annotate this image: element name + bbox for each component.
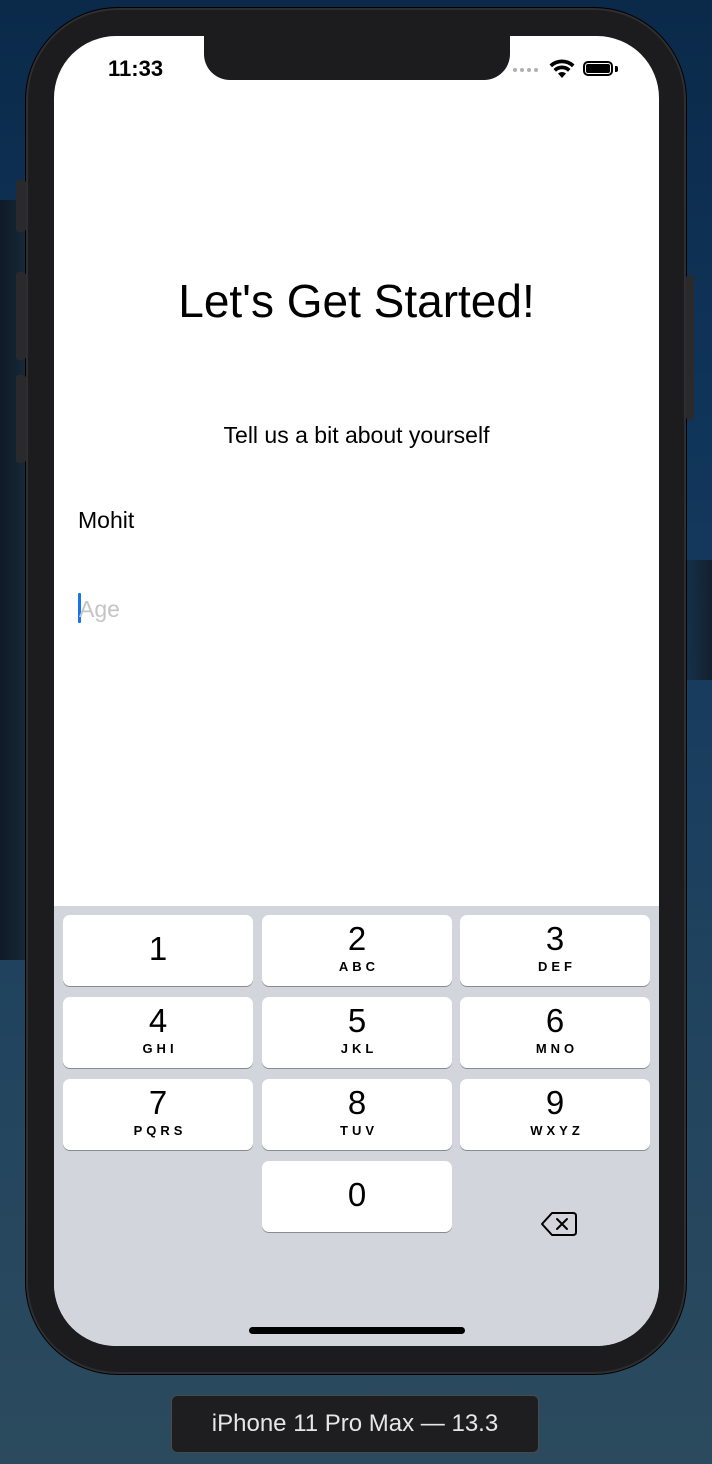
key-digit: 3 bbox=[545, 920, 565, 957]
key-digit: 8 bbox=[347, 1084, 367, 1121]
age-placeholder: Age bbox=[79, 596, 120, 622]
wifi-icon bbox=[549, 59, 575, 78]
age-field[interactable]: Age bbox=[78, 591, 628, 627]
delete-backward-icon[interactable] bbox=[540, 1210, 578, 1238]
key-letters: TUV bbox=[340, 1123, 378, 1138]
key-letters: JKL bbox=[340, 1041, 378, 1056]
status-icons bbox=[513, 58, 643, 80]
battery-icon bbox=[583, 61, 613, 76]
key-8[interactable]: 8 TUV bbox=[262, 1079, 452, 1150]
battery-tip bbox=[615, 66, 618, 72]
key-3[interactable]: 3 DEF bbox=[460, 915, 650, 986]
key-digit: 1 bbox=[148, 930, 168, 967]
key-letters: GHI bbox=[142, 1041, 178, 1056]
mute-switch bbox=[16, 180, 26, 232]
key-digit: 7 bbox=[148, 1084, 168, 1121]
key-1[interactable]: 1 bbox=[63, 915, 253, 986]
name-field[interactable]: Mohit bbox=[78, 502, 628, 538]
key-letters: DEF bbox=[538, 959, 576, 974]
key-6[interactable]: 6 MNO bbox=[460, 997, 650, 1068]
volume-down-button bbox=[16, 375, 26, 463]
key-9[interactable]: 9 WXYZ bbox=[460, 1079, 650, 1150]
key-digit: 4 bbox=[148, 1002, 168, 1039]
simulator-device-label: iPhone 11 Pro Max — 13.3 bbox=[171, 1395, 539, 1453]
notch bbox=[204, 36, 510, 80]
key-digit: 6 bbox=[545, 1002, 565, 1039]
key-letters: MNO bbox=[535, 1041, 579, 1056]
key-2[interactable]: 2 ABC bbox=[262, 915, 452, 986]
key-digit: 2 bbox=[347, 920, 367, 957]
volume-up-button bbox=[16, 272, 26, 360]
power-button bbox=[686, 275, 694, 420]
key-4[interactable]: 4 GHI bbox=[63, 997, 253, 1068]
key-5[interactable]: 5 JKL bbox=[262, 997, 452, 1068]
key-letters: ABC bbox=[338, 959, 380, 974]
home-indicator[interactable] bbox=[249, 1327, 465, 1334]
key-0[interactable]: 0 bbox=[262, 1161, 452, 1232]
key-7[interactable]: 7 PQRS bbox=[63, 1079, 253, 1150]
app-screen: 11:33 Let's Get Started! Tell us a bit a… bbox=[54, 36, 659, 1346]
status-time: 11:33 bbox=[108, 56, 164, 81]
key-letters: PQRS bbox=[133, 1123, 187, 1138]
numeric-keypad: 1 2 ABC 3 DEF 4 GHI 5 JKL 6 MNO 7 PQRS 8… bbox=[54, 906, 659, 1346]
key-digit: 5 bbox=[347, 1002, 367, 1039]
page-title: Let's Get Started! bbox=[178, 275, 535, 327]
signal-icon bbox=[513, 68, 538, 72]
page-subtitle: Tell us a bit about yourself bbox=[223, 422, 490, 448]
key-letters: WXYZ bbox=[530, 1123, 584, 1138]
key-digit: 0 bbox=[347, 1176, 367, 1213]
key-digit: 9 bbox=[545, 1084, 565, 1121]
